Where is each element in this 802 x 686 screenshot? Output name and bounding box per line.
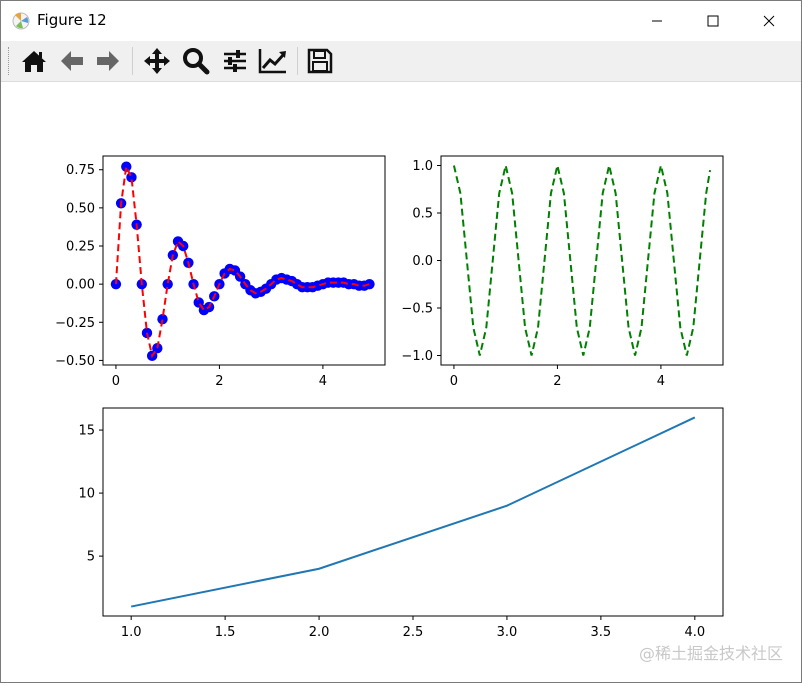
data-point	[364, 278, 375, 290]
y-tick-label: 0.25	[66, 240, 95, 255]
x-tick-label: 1.0	[121, 625, 142, 640]
navigation-toolbar	[1, 41, 801, 82]
x-tick-label: 4.0	[684, 625, 705, 640]
edit-axis-button[interactable]	[257, 45, 289, 77]
y-tick-label: 10	[78, 487, 95, 502]
y-tick-label: 0.0	[412, 254, 433, 269]
y-tick-label: 0.00	[66, 278, 95, 293]
x-tick-label: 2.5	[403, 625, 424, 640]
x-tick-label: 3.5	[591, 625, 612, 640]
title-bar: Figure 12	[1, 1, 801, 41]
x-tick-label: 2	[215, 374, 223, 389]
configure-subplots-button[interactable]	[219, 45, 251, 77]
close-icon	[763, 15, 775, 27]
pan-button[interactable]	[141, 45, 173, 77]
save-button[interactable]	[304, 45, 336, 77]
y-tick-label: 5	[87, 550, 95, 565]
y-tick-label: −0.25	[55, 316, 95, 331]
zoom-icon	[183, 48, 210, 75]
series-line	[130, 416, 696, 608]
x-tick-label: 4	[319, 374, 327, 389]
figure-canvas[interactable]: 0 2 4 0.75 0.50 0.25 0.00 −0.25 −0.50 0 2 4 1.0 0.5 0.…	[1, 82, 801, 682]
figure-window: Figure 12 0 2 4 0.75 0.50 0.25 0.00 −0.2…	[0, 0, 802, 683]
matplotlib-app-icon	[12, 12, 30, 30]
close-button[interactable]	[741, 1, 797, 41]
back-button[interactable]	[56, 45, 88, 77]
maximize-icon	[707, 15, 719, 27]
axes-frame	[102, 407, 724, 617]
pan-icon	[144, 48, 170, 74]
y-tick-label: −1.0	[401, 349, 433, 364]
forward-button[interactable]	[92, 45, 124, 77]
y-tick-label: 0.75	[66, 163, 95, 178]
y-tick-label: 0.50	[66, 201, 95, 216]
y-tick-label: 0.5	[412, 207, 433, 222]
window-title: Figure 12	[37, 11, 107, 29]
x-tick-label: 2	[553, 374, 561, 389]
forward-icon	[97, 51, 119, 71]
x-tick-label: 0	[450, 374, 458, 389]
toolbar-separator	[132, 47, 133, 75]
maximize-button[interactable]	[685, 1, 741, 41]
watermark: @稀土掘金技术社区	[638, 644, 783, 663]
y-tick-label: 1.0	[412, 159, 433, 174]
back-icon	[61, 51, 83, 71]
home-icon	[22, 51, 46, 72]
series-line	[452, 165, 712, 356]
y-tick-label: −0.5	[401, 302, 433, 317]
minimize-icon	[652, 20, 662, 22]
x-tick-label: 4	[657, 374, 665, 389]
toolbar-separator	[297, 47, 298, 75]
edit-axis-icon	[258, 49, 286, 74]
minimize-button[interactable]	[629, 1, 685, 41]
y-tick-label: −0.50	[55, 354, 95, 369]
x-tick-label: 2.0	[309, 625, 330, 640]
configure-subplots-icon	[224, 50, 246, 72]
toolbar-grip	[8, 47, 11, 75]
figure-svg: 0 2 4 0.75 0.50 0.25 0.00 −0.25 −0.50 0 2 4 1.0 0.5 0.…	[55, 155, 724, 640]
zoom-button[interactable]	[180, 45, 212, 77]
x-tick-label: 0	[112, 374, 120, 389]
save-icon	[307, 48, 333, 74]
x-tick-label: 3.0	[497, 625, 518, 640]
series-line	[114, 163, 370, 359]
x-tick-label: 1.5	[215, 625, 236, 640]
home-button[interactable]	[18, 45, 50, 77]
y-tick-label: 15	[78, 424, 95, 439]
